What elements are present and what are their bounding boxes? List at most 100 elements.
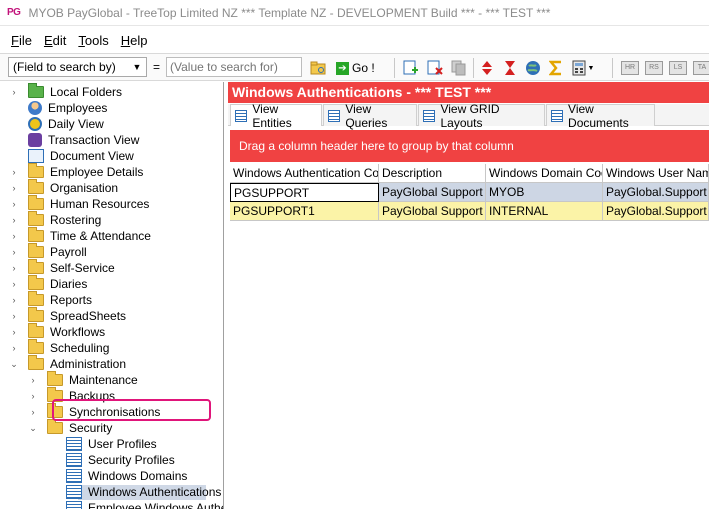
daily-view-icon — [28, 117, 42, 131]
chevron-down-icon[interactable]: ▼ — [130, 58, 144, 76]
go-button[interactable]: ➔ Go ! — [336, 58, 375, 78]
mini-button-2[interactable]: RS — [645, 58, 663, 78]
menu-label: dit — [52, 32, 67, 48]
chevron-right-icon[interactable]: › — [27, 375, 39, 385]
chevron-right-icon[interactable]: › — [8, 263, 20, 273]
calculator-menu-button[interactable]: ▼ — [570, 58, 596, 78]
tree-item[interactable]: Security Profiles — [46, 452, 175, 468]
table-cell[interactable]: PayGlobal.Support — [603, 183, 709, 202]
tree-item-icon-wrap — [28, 307, 44, 322]
group-by-panel[interactable]: Drag a column header here to group by th… — [230, 130, 709, 162]
tree-item[interactable]: ⌄ Security — [27, 419, 113, 436]
table-cell[interactable]: PGSUPPORT1 — [230, 202, 379, 221]
tree-item[interactable]: › Human Resources — [8, 195, 149, 212]
tree-item[interactable]: › Maintenance — [27, 371, 138, 388]
tree-item[interactable]: Employees — [8, 100, 107, 116]
table-cell[interactable]: PayGlobal.Support — [603, 202, 709, 221]
folder-icon — [28, 339, 44, 354]
tree-item[interactable]: Employee Windows Authentications — [46, 500, 223, 509]
delete-record-button[interactable] — [426, 58, 444, 78]
search-field-select[interactable]: (Field to search by) ▼ — [8, 57, 147, 77]
tree-item-label: Document View — [50, 149, 134, 163]
tree-item[interactable]: › Rostering — [8, 211, 101, 228]
app-logo: PG — [7, 7, 21, 18]
navigation-tree[interactable]: › Local Folders Employees Daily View Transac… — [0, 82, 224, 509]
menu-item[interactable]: File — [5, 33, 38, 48]
tab-view-queries[interactable]: View Queries — [323, 102, 417, 130]
tree-item[interactable]: › Reports — [8, 291, 92, 308]
refresh-button[interactable] — [524, 58, 542, 78]
tree-item[interactable]: › Payroll — [8, 243, 87, 260]
filter-button[interactable] — [501, 58, 519, 78]
chevron-right-icon[interactable]: › — [8, 311, 20, 321]
tree-item[interactable]: › Workflows — [8, 323, 105, 340]
chevron-right-icon[interactable]: › — [27, 407, 39, 417]
tree-item[interactable]: Transaction View — [8, 132, 139, 148]
chevron-right-icon[interactable]: › — [8, 87, 20, 97]
table-cell[interactable]: PayGlobal Support — [379, 183, 486, 202]
chevron-down-icon[interactable]: ⌄ — [27, 423, 39, 434]
add-record-button[interactable] — [402, 58, 420, 78]
tree-item-label: Transaction View — [48, 133, 140, 147]
tree-item[interactable]: Windows Authentications — [46, 484, 221, 500]
copy-record-button[interactable] — [450, 58, 468, 78]
column-header[interactable]: Windows User Name — [603, 164, 709, 183]
table-row[interactable]: PGSUPPORT PayGlobal Support MYOB PayGlobal.… — [230, 183, 709, 202]
mini-button-3[interactable]: LS — [669, 58, 687, 78]
column-header[interactable]: Windows Domain Code — [486, 164, 603, 183]
tree-item[interactable]: › Time & Attendance — [8, 227, 151, 244]
table-cell[interactable]: INTERNAL — [486, 202, 603, 221]
table-cell[interactable]: PayGlobal Support 1 — [379, 202, 486, 221]
chevron-right-icon[interactable]: › — [27, 391, 39, 401]
chevron-right-icon[interactable]: › — [8, 231, 20, 241]
tree-item[interactable]: › Local Folders — [8, 83, 122, 100]
menu-item[interactable]: Edit — [38, 33, 72, 48]
tree-item[interactable]: User Profiles — [46, 436, 157, 452]
chevron-right-icon[interactable]: › — [8, 215, 20, 225]
tree-item-icon-wrap — [28, 149, 44, 163]
column-header[interactable]: Description — [379, 164, 486, 183]
chevron-right-icon[interactable]: › — [8, 279, 20, 289]
tab-view-entities[interactable]: View Entities — [230, 102, 322, 130]
tree-item[interactable]: Daily View — [8, 116, 104, 132]
chevron-right-icon[interactable]: › — [8, 327, 20, 337]
menu-bar: File Edit Tools Help — [0, 28, 709, 52]
tree-item[interactable]: Document View — [8, 148, 134, 164]
totals-button[interactable] — [547, 58, 565, 78]
open-folder-button[interactable] — [309, 58, 327, 78]
search-input[interactable] — [166, 57, 302, 77]
tree-item[interactable]: › Scheduling — [8, 339, 110, 356]
tree-item[interactable]: ⌄ Administration — [8, 355, 126, 372]
grid-icon — [235, 109, 248, 122]
tab-label: View Entities — [252, 101, 292, 130]
mini-button-4[interactable]: TA — [693, 58, 709, 78]
tree-item[interactable]: Windows Domains — [46, 468, 187, 484]
tab-view-documents[interactable]: View Documents — [546, 102, 655, 130]
table-row[interactable]: PGSUPPORT1 PayGlobal Support 1 INTERNAL Pay… — [230, 202, 709, 221]
tree-item-label: Scheduling — [50, 341, 110, 355]
tree-item-label: Self-Service — [50, 261, 115, 275]
menu-item[interactable]: Help — [115, 33, 154, 48]
sort-button[interactable] — [478, 58, 496, 78]
chevron-right-icon[interactable]: › — [8, 167, 20, 177]
chevron-down-icon[interactable]: ⌄ — [8, 359, 20, 370]
chevron-right-icon[interactable]: › — [8, 295, 20, 305]
column-header[interactable]: Windows Authentication Code — [230, 164, 379, 183]
table-cell[interactable]: MYOB — [486, 183, 603, 202]
table-cell[interactable]: PGSUPPORT — [230, 183, 379, 202]
tab-view-grid-layouts[interactable]: View GRID Layouts — [418, 102, 545, 130]
tree-item-icon-wrap — [47, 419, 63, 434]
tree-item[interactable]: › Diaries — [8, 275, 87, 292]
chevron-right-icon[interactable]: › — [8, 343, 20, 353]
mini-button-1[interactable]: HR — [621, 58, 639, 78]
tree-item[interactable]: › Employee Details — [8, 163, 143, 180]
tree-item-label: Windows Domains — [88, 469, 188, 483]
chevron-right-icon[interactable]: › — [8, 247, 20, 257]
tree-item[interactable]: › Organisation — [8, 179, 118, 196]
tree-item-label: Security — [69, 421, 113, 435]
chevron-right-icon[interactable]: › — [8, 183, 20, 193]
chevron-right-icon[interactable]: › — [8, 199, 20, 209]
tree-item[interactable]: › Self-Service — [8, 259, 115, 276]
tree-item[interactable]: › SpreadSheets — [8, 307, 126, 324]
menu-item[interactable]: Tools — [72, 33, 114, 48]
